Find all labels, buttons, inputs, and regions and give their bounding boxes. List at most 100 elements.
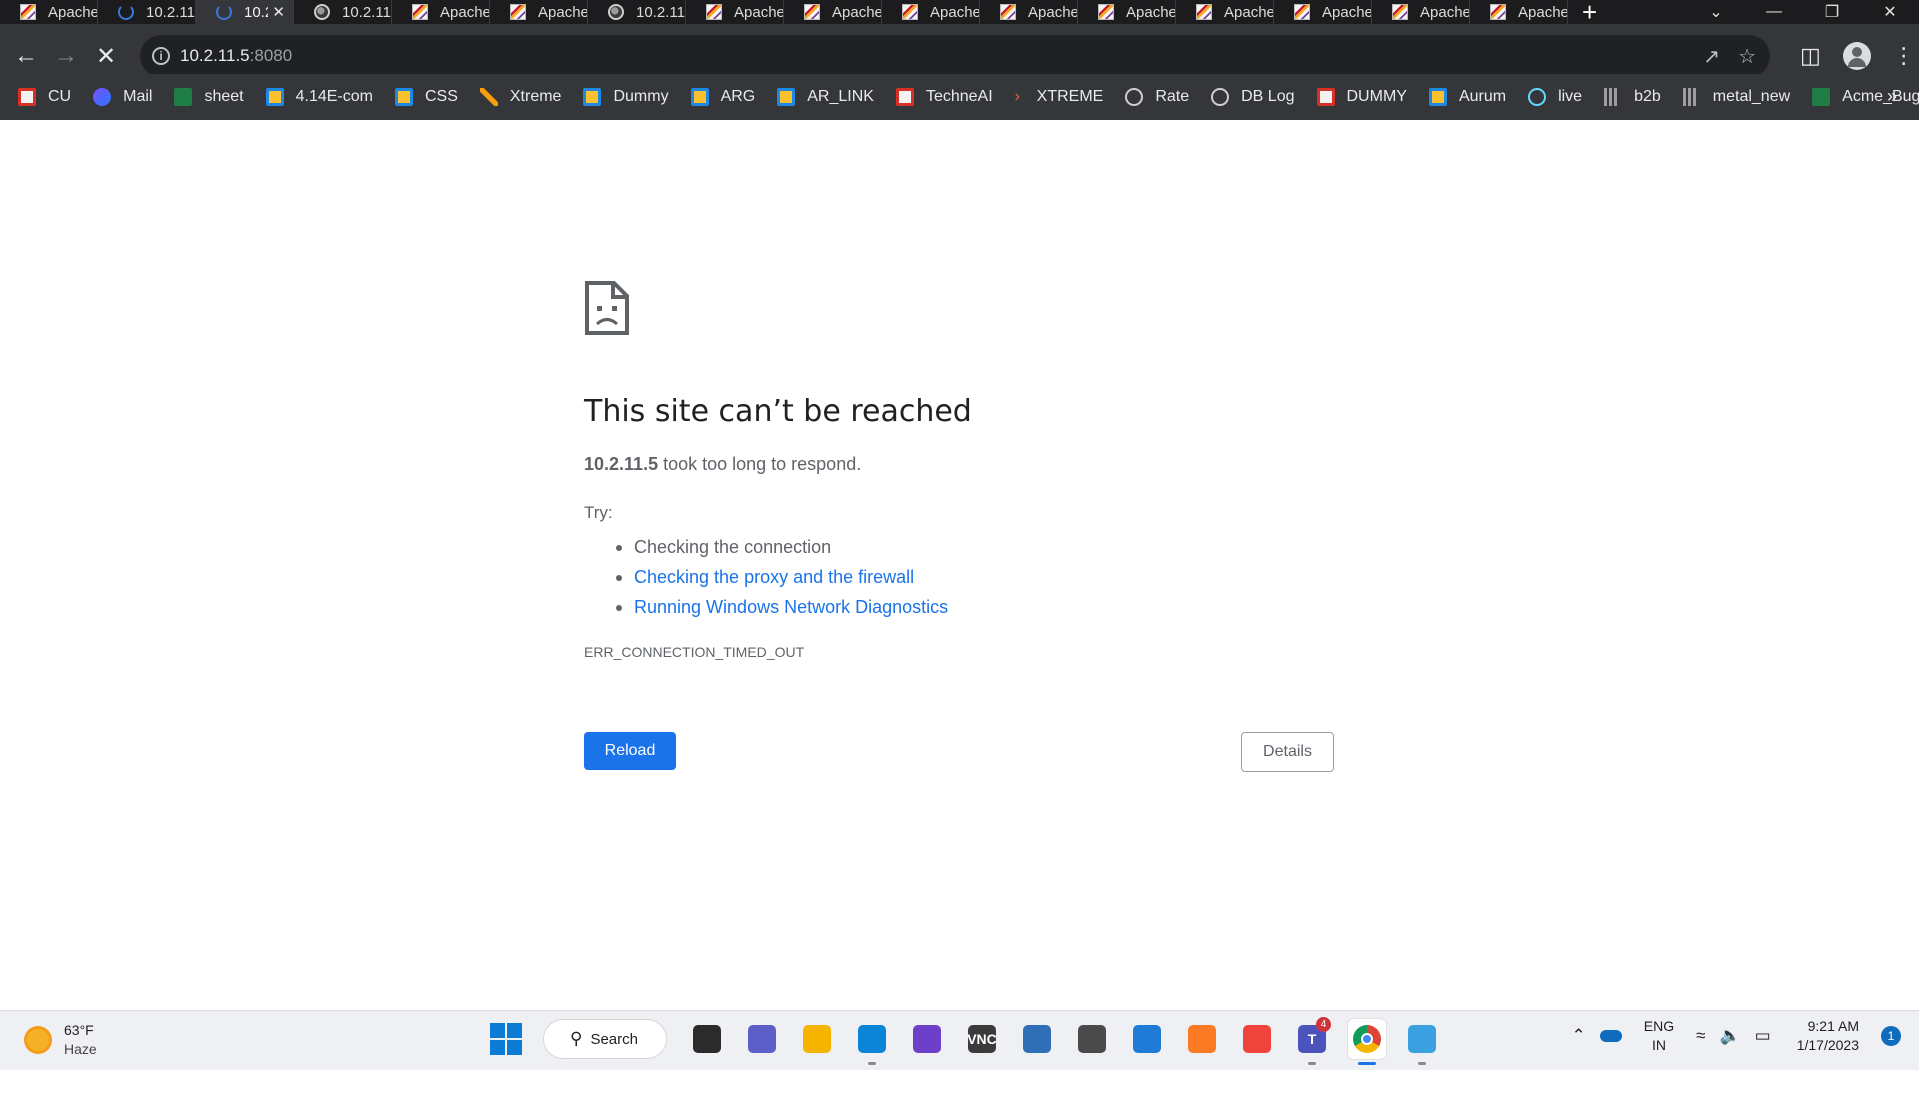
bookmark-item[interactable]: Aurum — [1428, 88, 1507, 106]
bookmark-item[interactable]: Dummy — [583, 88, 669, 106]
side-panel-icon[interactable]: ◫ — [1800, 43, 1821, 69]
menu-kebab-icon[interactable]: ⋮ — [1893, 43, 1915, 69]
browser-tab[interactable]: 10.2.11 — [98, 0, 196, 24]
taskbar-search[interactable]: ⚲ Search — [543, 1019, 667, 1059]
volume-icon[interactable]: 🔈 — [1719, 1026, 1740, 1046]
bookmark-item[interactable]: CU — [18, 88, 71, 106]
bookmark-item[interactable]: Xtreme — [479, 88, 561, 106]
blue-app-icon — [394, 88, 413, 106]
reload-button[interactable]: Reload — [584, 732, 676, 770]
browser-tab[interactable]: Apache — [1078, 0, 1176, 24]
bookmark-label: live — [1558, 88, 1583, 105]
onedrive-cloud-icon[interactable] — [1599, 1030, 1622, 1042]
apache-icon — [706, 4, 722, 20]
browser-tab[interactable]: Apache — [1372, 0, 1470, 24]
browser-tab[interactable]: 10.2✕ — [196, 0, 294, 24]
more-bookmarks-icon[interactable]: » — [1887, 86, 1897, 107]
file-explorer-dark-icon[interactable] — [688, 1019, 726, 1059]
browser-tab[interactable]: Apache — [392, 0, 490, 24]
bookmark-item[interactable]: metal_new — [1682, 88, 1790, 106]
copilot-icon — [93, 88, 112, 106]
close-tab-icon[interactable]: ✕ — [272, 3, 285, 21]
network-computer-icon[interactable] — [1018, 1019, 1056, 1059]
browser-tab[interactable]: Apache — [686, 0, 784, 24]
stop-loading-button[interactable]: ✕ — [86, 42, 126, 71]
bookmark-item[interactable]: Acme_Bug_ID's — [1812, 88, 1919, 106]
browser-tab[interactable]: Apache — [1274, 0, 1372, 24]
browser-tab[interactable]: Apache — [882, 0, 980, 24]
folder-icon[interactable] — [798, 1019, 836, 1059]
vnc-viewer-icon[interactable]: VNC — [963, 1019, 1001, 1059]
language-indicator[interactable]: ENG IN — [1644, 1017, 1674, 1055]
bookmark-label: Aurum — [1458, 88, 1507, 105]
tab-title: Apache — [734, 3, 783, 21]
bookmark-item[interactable]: CSS — [394, 88, 458, 106]
minimize-button[interactable]: — — [1745, 3, 1803, 21]
clock[interactable]: 9:21 AM 1/17/2023 — [1797, 1017, 1859, 1055]
bookmark-item[interactable]: b2b — [1604, 88, 1661, 106]
browser-tab[interactable]: Apache — [490, 0, 588, 24]
tab-search-icon[interactable]: ⌄ — [1687, 2, 1745, 22]
apache-icon — [1196, 4, 1212, 20]
tab-title: Apache — [1420, 3, 1469, 21]
chrome-icon[interactable] — [1348, 1019, 1386, 1065]
browser-tab[interactable]: Apache — [0, 0, 98, 24]
close-window-button[interactable]: ✕ — [1861, 2, 1919, 22]
skype-icon[interactable] — [853, 1019, 891, 1065]
wifi-icon[interactable]: ≈ — [1696, 1026, 1705, 1046]
show-hidden-icons-chevron-icon[interactable]: ⌃ — [1572, 1026, 1586, 1046]
battery-icon[interactable]: ▭ — [1755, 1026, 1771, 1046]
suggestion-item: Checking the connection — [615, 532, 948, 562]
bookmark-item[interactable]: Rate — [1125, 88, 1189, 106]
visual-studio-icon[interactable] — [908, 1019, 946, 1059]
excel-icon — [174, 88, 193, 106]
bookmark-item[interactable]: Mail — [93, 88, 152, 106]
bookmark-item[interactable]: AR_LINK — [777, 88, 874, 106]
site-info-icon[interactable]: i — [152, 47, 170, 65]
clock-date: 1/17/2023 — [1796, 1037, 1859, 1053]
globe-icon — [608, 4, 624, 20]
bookmark-item[interactable]: › XTREME — [1015, 88, 1104, 106]
share-icon[interactable]: ↗ — [1703, 44, 1720, 69]
security-tool-icon[interactable] — [1073, 1019, 1111, 1059]
browser-tab[interactable]: 10.2.11 — [588, 0, 686, 24]
address-bar[interactable]: i 10.2.11.5:8080 ↗ ☆ — [140, 35, 1770, 77]
suggestions-list: Checking the connection Checking the prox… — [615, 532, 948, 622]
notification-badge[interactable]: 1 — [1881, 1026, 1901, 1046]
bookmark-item[interactable]: ARG — [690, 88, 755, 106]
weather-widget[interactable]: 63°F Haze — [24, 1021, 97, 1059]
browser-tab[interactable]: Apache — [980, 0, 1078, 24]
details-button[interactable]: Details — [1241, 732, 1334, 772]
back-button[interactable]: ← — [6, 42, 46, 70]
browser-tab[interactable]: Apache — [1470, 0, 1568, 24]
bookmark-item[interactable]: sheet — [174, 88, 244, 106]
bookmark-item[interactable]: live — [1528, 88, 1582, 106]
bookmark-item[interactable]: TechneAI — [895, 88, 993, 106]
browser-tab[interactable]: 10.2.11 — [294, 0, 392, 24]
anydesk-icon[interactable] — [1238, 1019, 1276, 1059]
browser-tab[interactable]: Apache — [1176, 0, 1274, 24]
bookmark-item[interactable]: DB Log — [1211, 88, 1295, 106]
paint-icon[interactable] — [1403, 1019, 1441, 1065]
tab-title: Apache — [440, 3, 489, 21]
bookmark-star-icon[interactable]: ☆ — [1738, 44, 1756, 69]
suggestion-link[interactable]: Running Windows Network Diagnostics — [615, 592, 948, 622]
suggestion-link[interactable]: Checking the proxy and the firewall — [615, 562, 948, 592]
profile-avatar-icon[interactable] — [1842, 42, 1871, 70]
bookmark-item[interactable]: DUMMY — [1316, 88, 1407, 106]
blue-app-icon — [265, 88, 284, 106]
restore-button[interactable]: ❐ — [1803, 2, 1861, 22]
globe-icon — [314, 4, 330, 20]
bookmark-item[interactable]: 4.14E-com — [265, 88, 373, 106]
start-button[interactable] — [490, 1023, 522, 1055]
teams-chat-icon[interactable] — [743, 1019, 781, 1059]
xampp-icon[interactable] — [1183, 1019, 1221, 1059]
teams-icon[interactable]: T4 — [1293, 1017, 1331, 1065]
tab-title: 10.2.11 — [342, 3, 391, 21]
browser-tab[interactable]: Apache — [784, 0, 882, 24]
forward-button[interactable]: → — [46, 42, 86, 70]
red-square-icon — [18, 88, 36, 106]
excel-icon — [1812, 88, 1831, 106]
arrow-app-icon[interactable] — [1128, 1019, 1166, 1059]
app-glyph — [1188, 1025, 1216, 1053]
